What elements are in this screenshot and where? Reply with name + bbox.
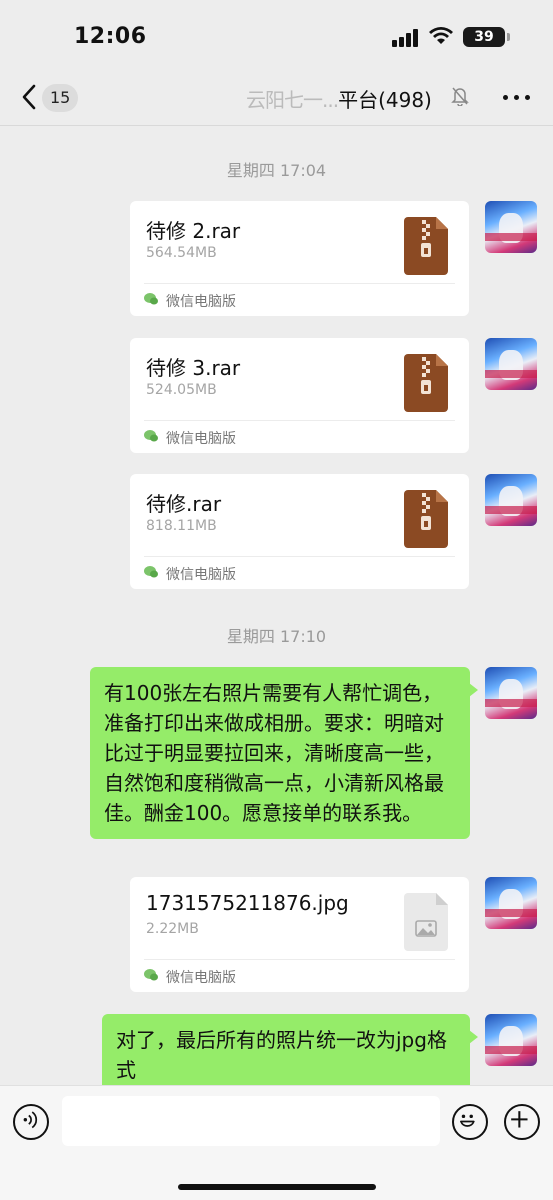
file-divider xyxy=(144,959,455,960)
file-message[interactable]: 1731575211876.jpg 2.22MB 微信电脑版 xyxy=(130,877,469,992)
text-message-bubble[interactable]: 对了，最后所有的照片统一改为jpg格式 xyxy=(102,1014,478,1085)
file-name: 待修 2.rar xyxy=(146,219,241,243)
file-name: 待修 3.rar xyxy=(146,356,241,380)
image-file-icon xyxy=(404,893,448,951)
status-time: 12:06 xyxy=(74,24,147,49)
file-size: 524.05MB xyxy=(146,382,217,398)
rar-archive-icon xyxy=(404,490,448,548)
file-size: 2.22MB xyxy=(146,921,199,937)
file-divider xyxy=(144,556,455,557)
sender-avatar[interactable] xyxy=(485,1014,537,1066)
file-message[interactable]: 待修.rar 818.11MB 微信电脑版 xyxy=(130,474,469,589)
more-actions-button[interactable] xyxy=(504,1104,540,1140)
wechat-pc-icon xyxy=(144,430,158,442)
wechat-pc-icon xyxy=(144,566,158,578)
message-list[interactable]: 星期四 17:04 待修 2.rar 564.54MB 微信电脑版 待修 3.r… xyxy=(0,127,553,1085)
file-size: 564.54MB xyxy=(146,245,217,261)
file-message[interactable]: 待修 3.rar 524.05MB 微信电脑版 xyxy=(130,338,469,453)
file-source-label: 微信电脑版 xyxy=(166,294,236,310)
unread-count-badge[interactable]: 15 xyxy=(42,84,79,112)
sender-avatar[interactable] xyxy=(485,877,537,929)
message-text-field[interactable] xyxy=(62,1096,440,1146)
file-divider xyxy=(144,283,455,284)
file-source-label: 微信电脑版 xyxy=(166,567,236,583)
text-message-bubble[interactable]: 有100张左右照片需要有人帮忙调色，准备打印出来做成相册。要求：明暗对比过于明显… xyxy=(90,667,478,839)
voice-input-button[interactable] xyxy=(13,1104,49,1140)
file-name: 1731575211876.jpg xyxy=(146,891,349,915)
rar-archive-icon xyxy=(404,217,448,275)
sender-avatar[interactable] xyxy=(485,338,537,390)
message-timestamp: 星期四 17:10 xyxy=(226,627,327,646)
chat-title: 云阳七一...平台(498) xyxy=(246,84,432,113)
wifi-icon xyxy=(429,27,453,44)
file-source-label: 微信电脑版 xyxy=(166,970,236,986)
smiley-icon xyxy=(460,1114,475,1127)
wechat-pc-icon xyxy=(144,969,158,981)
home-indicator xyxy=(178,1184,376,1190)
back-arrow-icon[interactable] xyxy=(18,82,40,112)
sender-avatar[interactable] xyxy=(485,474,537,526)
file-divider xyxy=(144,420,455,421)
emoji-button[interactable] xyxy=(452,1104,488,1140)
rar-archive-icon xyxy=(404,354,448,412)
file-size: 818.11MB xyxy=(146,518,217,534)
wechat-pc-icon xyxy=(144,293,158,305)
battery-indicator: 39 xyxy=(463,27,510,47)
file-message[interactable]: 待修 2.rar 564.54MB 微信电脑版 xyxy=(130,201,469,316)
voice-icon xyxy=(23,1111,38,1129)
sender-avatar[interactable] xyxy=(485,201,537,253)
chat-title-obscured: 云阳七一... xyxy=(246,88,339,112)
file-source-label: 微信电脑版 xyxy=(166,431,236,447)
status-bar: 12:06 39 xyxy=(0,0,553,70)
plus-icon xyxy=(511,1111,528,1128)
mute-bell-icon xyxy=(451,87,469,106)
file-name: 待修.rar xyxy=(146,492,222,516)
chat-title-visible: 平台(498) xyxy=(338,88,432,112)
message-input-bar xyxy=(0,1085,553,1200)
chat-header: 15 云阳七一...平台(498) xyxy=(0,70,553,126)
message-timestamp: 星期四 17:04 xyxy=(226,161,327,180)
sender-avatar[interactable] xyxy=(485,667,537,719)
cellular-signal-icon xyxy=(392,29,418,47)
more-options-icon[interactable] xyxy=(503,95,531,101)
